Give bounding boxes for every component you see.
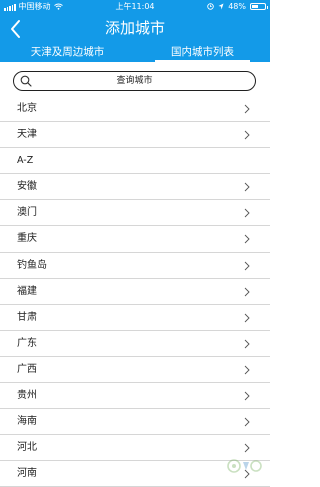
list-item[interactable]: 钓鱼岛	[0, 253, 270, 279]
list-item-beijing[interactable]: 北京	[0, 96, 270, 123]
chevron-right-icon	[244, 209, 250, 218]
list-item[interactable]: 广西	[0, 357, 270, 384]
battery-fill	[252, 5, 258, 8]
list-item-label: 澳门	[17, 207, 37, 219]
battery-percent: 48%	[228, 2, 246, 11]
section-header-az: A-Z	[0, 148, 270, 175]
list-item[interactable]: 重庆	[0, 226, 270, 253]
chevron-right-icon	[244, 287, 250, 296]
chevron-right-icon	[244, 391, 250, 401]
list-item-label: 重庆	[17, 233, 37, 245]
list-item-label: 钓鱼岛	[17, 259, 47, 271]
section-header-label: A-Z	[17, 155, 34, 167]
location-icon	[218, 3, 224, 10]
list-item-label: 广东	[17, 337, 37, 349]
list-item-label: 甘肃	[17, 311, 37, 323]
list-item-label: 河南	[17, 468, 37, 480]
chevron-right-icon	[244, 182, 250, 192]
chevron-right-icon	[244, 130, 250, 140]
search-button[interactable]: 查询城市	[13, 71, 256, 91]
watermark-logo	[227, 459, 262, 473]
status-right: 48%	[207, 0, 268, 13]
list-item-label: 河北	[17, 442, 37, 454]
list-item[interactable]: 澳门	[0, 200, 270, 227]
list-item[interactable]: 广东	[0, 331, 270, 357]
chevron-right-icon	[244, 235, 250, 244]
status-bar: 中国移动 上午11:04 48%	[0, 0, 270, 13]
list-item[interactable]: 甘肃	[0, 305, 270, 331]
chevron-right-icon	[244, 104, 250, 114]
list-item-label: 天津	[17, 129, 37, 141]
chevron-right-icon	[244, 417, 250, 427]
page-title: 添加城市	[104, 19, 165, 37]
chevron-right-icon	[244, 443, 250, 453]
list-item[interactable]: 安徽	[0, 174, 270, 201]
nav-bar: 添加城市	[0, 13, 270, 44]
search-label: 查询城市	[116, 76, 153, 86]
chevron-right-icon	[244, 313, 250, 323]
list-item[interactable]: 贵州	[0, 383, 270, 410]
list-item-label: 贵州	[17, 390, 37, 402]
tab-nearby-cities[interactable]: 天津及周边城市	[0, 44, 135, 62]
chevron-right-icon	[244, 365, 250, 375]
list-item-label: 北京	[17, 103, 37, 114]
list-item-label: 广西	[17, 363, 37, 375]
chevron-right-icon	[244, 261, 250, 270]
list-item-label: 安徽	[17, 181, 37, 193]
list-item[interactable]: 海南	[0, 409, 270, 436]
alarm-icon	[207, 3, 214, 10]
city-list: 北京 天津 A-Z 安徽 澳门 重庆 钓鱼岛 福建 甘肃 广东 广西 贵州 海南…	[0, 96, 270, 487]
list-item-tianjin[interactable]: 天津	[0, 122, 270, 149]
list-item-label: 海南	[17, 416, 37, 428]
chevron-right-icon	[244, 339, 250, 349]
tab-domestic-cities[interactable]: 国内城市列表	[135, 44, 270, 62]
list-item[interactable]: 福建	[0, 279, 270, 305]
battery-icon	[250, 3, 268, 10]
list-item-label: 福建	[17, 285, 37, 297]
tab-bar: 天津及周边城市 国内城市列表	[0, 44, 270, 62]
search-section: 查询城市	[0, 62, 270, 96]
